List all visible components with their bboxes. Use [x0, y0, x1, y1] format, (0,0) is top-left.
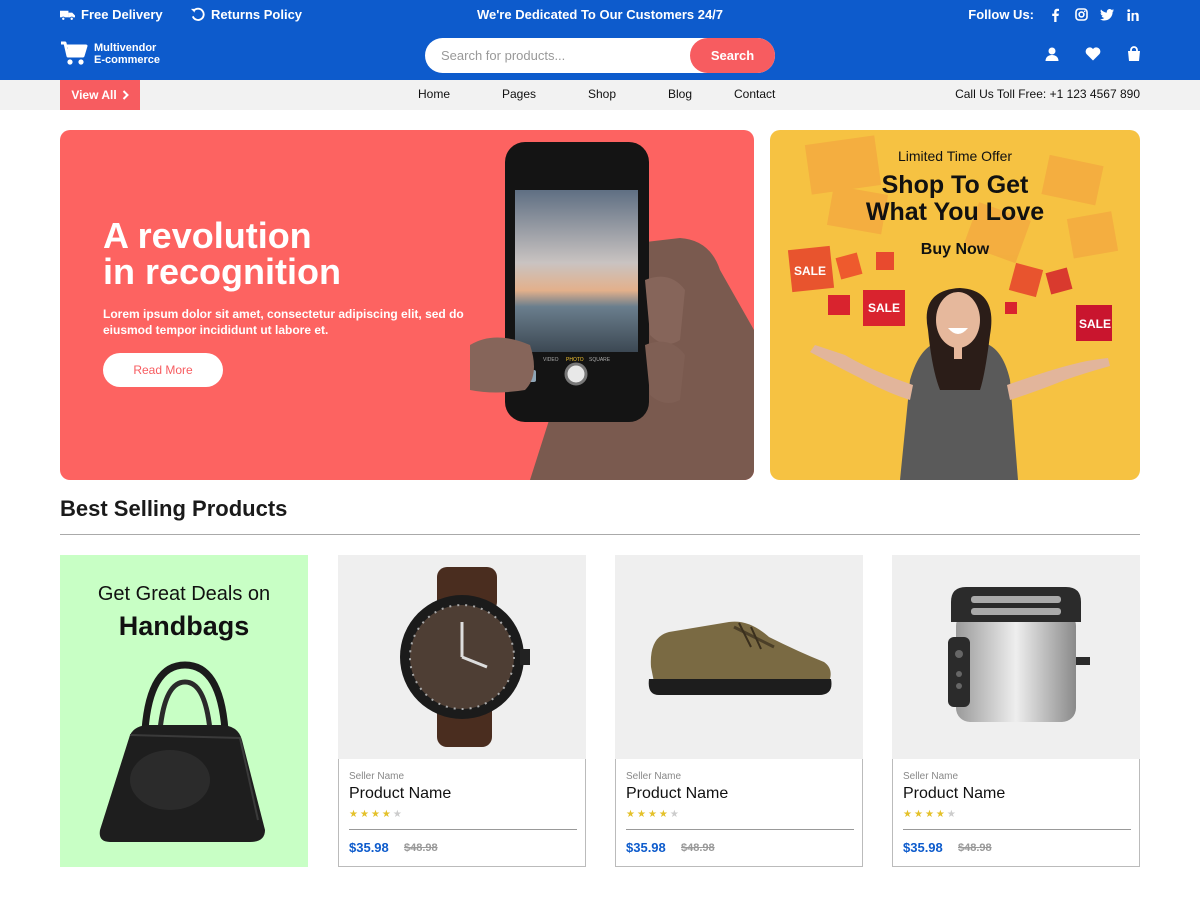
view-all-label: View All — [71, 88, 117, 102]
star-icon: ★ — [349, 809, 358, 820]
product-card[interactable]: Seller Name Product Name ★ ★ ★ ★ ★ $35.98 $4… — [892, 555, 1140, 867]
instagram-icon[interactable] — [1074, 8, 1088, 22]
shoe-image — [648, 621, 832, 695]
old-price: $48.98 — [958, 842, 992, 854]
star-icon: ★ — [626, 809, 635, 820]
promo-title: Shop To Get What You Love — [770, 172, 1140, 226]
search-bar: Search — [425, 38, 775, 73]
main-header: Multivendor E-commerce Search — [0, 30, 1200, 80]
nav-contact[interactable]: Contact — [734, 87, 775, 101]
star-empty-icon: ★ — [946, 809, 956, 820]
star-icon: ★ — [647, 809, 657, 820]
shopping-bag-icon[interactable] — [1126, 46, 1142, 62]
search-button[interactable]: Search — [690, 38, 775, 73]
rating-stars: ★ ★ ★ ★ ★ — [349, 809, 402, 820]
seller-name[interactable]: Seller Name — [626, 771, 681, 782]
nav-blog[interactable]: Blog — [668, 87, 692, 101]
camera-mode-square: SQUARE — [589, 357, 611, 363]
handbag-image — [99, 661, 265, 842]
section-divider — [60, 534, 1140, 535]
sale-tag-text-1: SALE — [794, 264, 826, 278]
product-image-toaster[interactable] — [892, 555, 1140, 759]
card-divider — [626, 829, 854, 830]
promo-banner: SALE SALE SALE Limited Time Offer Shop T… — [770, 130, 1140, 480]
star-icon: ★ — [370, 809, 380, 820]
promo-title-line-1: Shop To Get — [881, 171, 1029, 199]
hero-title-line-2: in recognition — [103, 251, 341, 292]
best-selling-title: Best Selling Products — [60, 496, 288, 521]
price: $35.98 — [626, 840, 666, 855]
product-image-watch[interactable] — [338, 555, 586, 759]
price: $35.98 — [349, 840, 389, 855]
promo-title-line-2: What You Love — [865, 198, 1045, 226]
hero-title: A revolution in recognition — [103, 218, 341, 290]
deal-line-2: Handbags — [118, 611, 250, 641]
logo-line-2: E-commerce — [94, 54, 161, 66]
social-links: Follow Us: — [968, 7, 1140, 22]
nav-home[interactable]: Home — [418, 87, 450, 101]
cart-logo-icon — [61, 41, 88, 65]
camera-mode-video: VIDEO — [543, 357, 559, 363]
hero-banner: VIDEO PHOTO SQUARE A revolution in recog… — [60, 130, 754, 480]
card-divider — [349, 829, 577, 830]
camera-mode-photo: PHOTO — [566, 357, 584, 363]
star-icon: ★ — [935, 809, 945, 820]
product-card[interactable]: Seller Name Product Name ★ ★ ★ ★ ★ $35.98 $4… — [338, 555, 586, 867]
search-input[interactable] — [441, 46, 691, 65]
sale-tag-text-2: SALE — [868, 301, 900, 315]
site-logo[interactable]: Multivendor E-commerce — [60, 41, 160, 67]
seller-name[interactable]: Seller Name — [349, 771, 404, 782]
linkedin-icon[interactable] — [1126, 8, 1140, 22]
heart-icon[interactable] — [1085, 46, 1101, 62]
seller-name[interactable]: Seller Name — [903, 771, 958, 782]
hero-description: Lorem ipsum dolor sit amet, consectetur … — [103, 307, 464, 337]
nav-shop[interactable]: Shop — [588, 87, 616, 101]
nav-pages[interactable]: Pages — [502, 87, 536, 101]
card-divider — [903, 829, 1131, 830]
user-icon[interactable] — [1044, 46, 1060, 62]
limited-offer-label: Limited Time Offer — [897, 148, 1013, 164]
star-icon: ★ — [903, 809, 912, 820]
facebook-icon[interactable] — [1048, 8, 1062, 22]
product-name[interactable]: Product Name — [626, 785, 728, 803]
product-image-shoe[interactable] — [615, 555, 863, 759]
rating-stars: ★ ★ ★ ★ ★ — [903, 809, 956, 820]
top-bar: Free Delivery Returns Policy We're Dedic… — [0, 0, 1200, 30]
toll-free-number: Call Us Toll Free: +1 123 4567 890 — [955, 87, 1140, 101]
read-more-button[interactable]: Read More — [103, 353, 223, 387]
star-icon: ★ — [658, 809, 668, 820]
star-icon: ★ — [381, 809, 391, 820]
hero-title-line-1: A revolution — [103, 215, 312, 256]
rating-stars: ★ ★ ★ ★ ★ — [626, 809, 679, 820]
price: $35.98 — [903, 840, 943, 855]
follow-label: Follow Us: — [968, 7, 1034, 22]
twitter-icon[interactable] — [1100, 8, 1114, 22]
star-empty-icon: ★ — [392, 809, 402, 820]
wristwatch-image — [400, 567, 530, 747]
deal-line-1: Get Great Deals on — [97, 583, 271, 605]
header-icons — [1044, 46, 1142, 62]
star-empty-icon: ★ — [669, 809, 679, 820]
chevron-right-icon — [122, 90, 129, 100]
product-card[interactable]: Seller Name Product Name ★ ★ ★ ★ ★ $35.98 $4… — [615, 555, 863, 867]
product-name[interactable]: Product Name — [903, 785, 1005, 803]
view-all-button[interactable]: View All — [60, 80, 140, 110]
old-price: $48.98 — [404, 842, 438, 854]
phone-in-hand-image: VIDEO PHOTO SQUARE — [470, 142, 754, 480]
buy-now-button[interactable]: Buy Now — [770, 241, 1140, 259]
star-icon: ★ — [636, 809, 646, 820]
handbag-deal-card[interactable]: Get Great Deals on Handbags — [60, 555, 308, 867]
toaster-image — [948, 587, 1090, 722]
star-icon: ★ — [913, 809, 923, 820]
product-name[interactable]: Product Name — [349, 785, 451, 803]
logo-line-1: Multivendor — [94, 42, 157, 54]
sale-tag-text-3: SALE — [1079, 317, 1111, 331]
star-icon: ★ — [359, 809, 369, 820]
old-price: $48.98 — [681, 842, 715, 854]
navigation-bar: View All Home Pages Shop Blog Contact Ca… — [0, 80, 1200, 110]
star-icon: ★ — [924, 809, 934, 820]
